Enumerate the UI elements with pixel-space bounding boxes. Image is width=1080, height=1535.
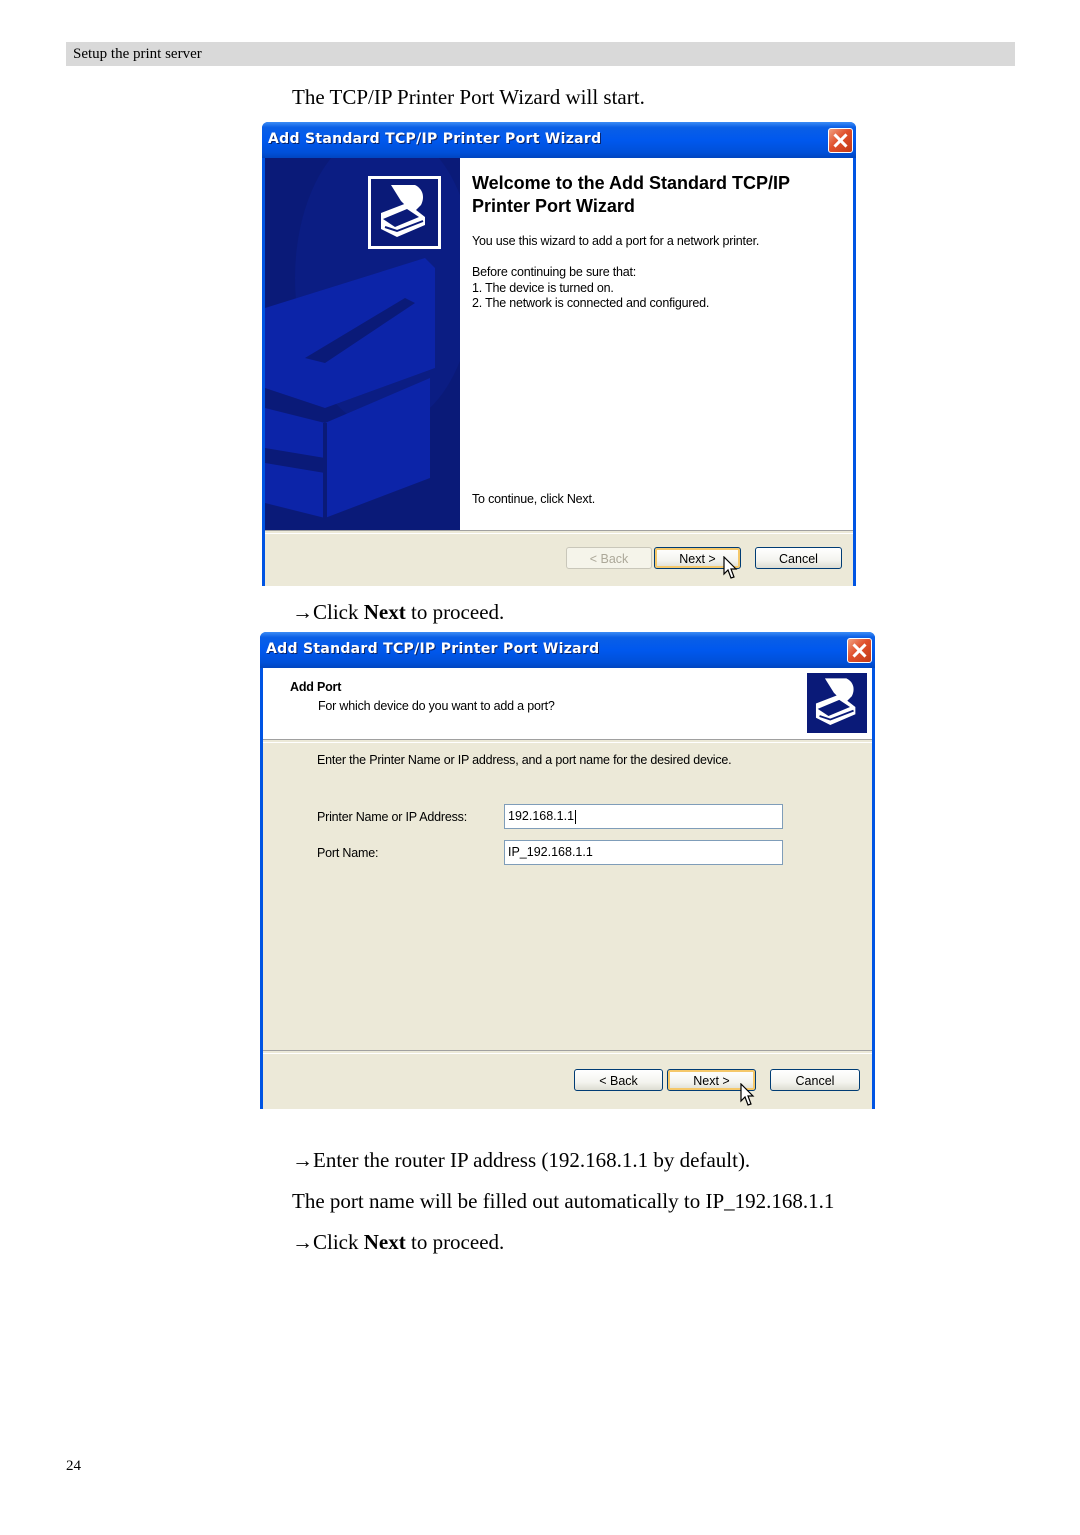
step-suffix: to proceed.: [405, 600, 505, 624]
divider: [263, 1050, 872, 1054]
close-icon[interactable]: [847, 638, 872, 663]
continue-text: To continue, click Next.: [472, 492, 596, 506]
title-bar: Add Standard TCP/IP Printer Port Wizard: [262, 122, 856, 158]
page-title: Add Port: [290, 680, 342, 694]
back-button[interactable]: < Back: [566, 547, 652, 569]
checklist-item: 1. The device is turned on.: [472, 281, 614, 295]
step-bold: Next: [363, 600, 406, 624]
back-button[interactable]: < Back: [574, 1069, 663, 1091]
intro-text: The TCP/IP Printer Port Wizard will star…: [292, 85, 645, 109]
checklist-item: 2. The network is connected and configur…: [472, 296, 710, 310]
welcome-description: You use this wizard to add a port for a …: [472, 234, 760, 248]
heading-line-1: Welcome to the Add Standard TCP/IP: [472, 173, 791, 193]
divider: [265, 530, 853, 534]
step-bold: Next: [363, 1230, 406, 1254]
window-client: Add Port For which device do you want to…: [263, 668, 872, 1109]
page-subtitle: For which device do you want to add a po…: [318, 699, 555, 713]
heading-line-2: Printer Port Wizard: [472, 196, 635, 216]
window-title: Add Standard TCP/IP Printer Port Wizard: [268, 131, 602, 147]
step-click-next-1: →Click Next to proceed.: [292, 600, 504, 625]
step-prefix: →Click: [292, 1230, 364, 1254]
title-bar: Add Standard TCP/IP Printer Port Wizard: [260, 632, 875, 668]
step-click-next-2: →Click Next to proceed.: [292, 1230, 504, 1255]
port-name-label: Port Name:: [317, 846, 379, 860]
divider: [263, 739, 872, 743]
instruction-text: Enter the Printer Name or IP address, an…: [317, 753, 732, 767]
page-header: Add Port For which device do you want to…: [263, 668, 872, 739]
wizard-window-welcome: Add Standard TCP/IP Printer Port Wizard: [262, 122, 856, 586]
close-icon[interactable]: [828, 128, 853, 153]
before-label: Before continuing be sure that:: [472, 265, 637, 279]
side-banner-image: [265, 158, 460, 530]
cancel-button[interactable]: Cancel: [770, 1069, 860, 1091]
welcome-heading: Welcome to the Add Standard TCP/IP Print…: [472, 172, 790, 218]
step-enter-ip: →Enter the router IP address (192.168.1.…: [292, 1148, 751, 1172]
printer-address-label: Printer Name or IP Address:: [317, 810, 467, 824]
printer-icon: [368, 176, 441, 249]
printer-icon: [807, 673, 867, 733]
printer-address-input[interactable]: 192.168.1.1: [504, 804, 783, 829]
text-caret: [575, 809, 577, 824]
step-prefix: →Click: [292, 600, 364, 624]
section-header-bar: Setup the print server: [66, 42, 1015, 66]
step-port-name-note: The port name will be filled out automat…: [292, 1189, 835, 1213]
cancel-button[interactable]: Cancel: [755, 547, 842, 569]
window-client: Welcome to the Add Standard TCP/IP Print…: [265, 158, 853, 586]
step-suffix: to proceed.: [405, 1230, 505, 1254]
printer-address-value: 192.168.1.1: [508, 809, 575, 823]
page-number: 24: [66, 1458, 81, 1474]
mouse-pointer-icon: [723, 556, 738, 579]
welcome-content: Welcome to the Add Standard TCP/IP Print…: [460, 158, 853, 530]
wizard-window-add-port: Add Standard TCP/IP Printer Port Wizard …: [260, 632, 875, 1109]
window-title: Add Standard TCP/IP Printer Port Wizard: [266, 641, 600, 657]
section-title: Setup the print server: [73, 46, 202, 62]
port-name-input[interactable]: IP_192.168.1.1: [504, 840, 783, 865]
mouse-pointer-icon: [740, 1083, 755, 1106]
